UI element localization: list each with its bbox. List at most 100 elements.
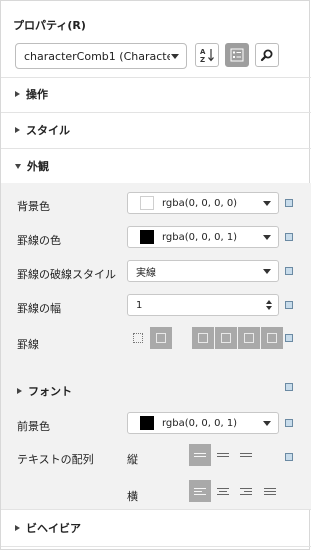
border-top-icon — [221, 333, 231, 343]
align-justify-button[interactable] — [259, 480, 281, 502]
color-swatch — [140, 196, 154, 210]
horizontal-alignment-label: 横 — [127, 490, 138, 503]
align-right-icon — [240, 487, 252, 489]
section-behavior[interactable]: ビヘイビア — [1, 511, 311, 545]
border-bottom-button[interactable] — [261, 327, 283, 349]
chevron-right-icon — [15, 127, 20, 133]
property-marker-icon[interactable] — [285, 233, 293, 241]
appearance-section-body: 背景色 rgba(0, 0, 0, 0) 罫線の色 rgba(0, 0, 0, … — [1, 183, 311, 509]
section-style[interactable]: スタイル — [1, 113, 311, 147]
categorized-view-button[interactable] — [225, 43, 249, 67]
border-left-button[interactable] — [192, 327, 214, 349]
align-middle-icon — [217, 453, 229, 454]
divider — [1, 509, 311, 510]
align-line — [217, 493, 229, 495]
section-operation-label: 操作 — [26, 88, 48, 101]
align-line — [264, 490, 276, 492]
border-width-input[interactable]: 1 — [127, 294, 279, 316]
border-all-button[interactable] — [150, 327, 172, 349]
border-top-button[interactable] — [215, 327, 237, 349]
property-marker-icon[interactable] — [285, 267, 293, 275]
border-bottom-icon — [267, 333, 277, 343]
chevron-down-icon — [263, 421, 271, 426]
align-justify-icon — [264, 487, 276, 489]
chevron-right-icon — [15, 91, 20, 97]
search-button[interactable] — [255, 43, 279, 67]
background-color-label: 背景色 — [17, 200, 50, 213]
chevron-right-icon — [15, 525, 20, 531]
section-behavior-label: ビヘイビア — [26, 522, 81, 535]
property-marker-icon[interactable] — [285, 383, 293, 391]
panel-title: プロパティ(R) — [13, 19, 86, 32]
font-label: フォント — [28, 385, 72, 398]
foreground-color-label: 前景色 — [17, 420, 50, 433]
align-line — [194, 490, 202, 492]
component-select[interactable]: characterComb1 (Character C... — [15, 43, 187, 69]
search-icon — [260, 49, 273, 62]
align-line — [264, 493, 276, 495]
border-color-value: rgba(0, 0, 0, 1) — [162, 231, 238, 243]
svg-text:A: A — [200, 48, 206, 56]
spin-up-icon[interactable] — [266, 300, 272, 304]
property-marker-icon[interactable] — [285, 419, 293, 427]
divider — [1, 546, 311, 547]
chevron-down-icon — [171, 54, 179, 59]
chevron-down-icon — [263, 235, 271, 240]
align-top-icon — [194, 453, 206, 454]
foreground-color-value: rgba(0, 0, 0, 1) — [162, 417, 238, 429]
border-all-icon — [156, 333, 166, 343]
border-color-picker[interactable]: rgba(0, 0, 0, 1) — [127, 226, 279, 248]
align-left-icon — [194, 487, 206, 489]
align-line — [219, 490, 227, 492]
chevron-down-icon — [263, 269, 271, 274]
text-alignment-label: テキストの配列 — [17, 453, 94, 466]
align-line — [240, 456, 252, 457]
color-swatch — [140, 230, 154, 244]
align-line — [194, 493, 206, 495]
property-marker-icon[interactable] — [285, 199, 293, 207]
chevron-down-icon — [15, 163, 21, 169]
color-swatch — [140, 416, 154, 430]
background-color-value: rgba(0, 0, 0, 0) — [162, 197, 238, 209]
border-dash-style-label: 罫線の破線スタイル — [17, 268, 116, 281]
border-dash-style-value: 実線 — [136, 267, 156, 279]
background-color-picker[interactable]: rgba(0, 0, 0, 0) — [127, 192, 279, 214]
property-marker-icon[interactable] — [285, 301, 293, 309]
categorized-icon — [230, 48, 244, 62]
align-left-button[interactable] — [189, 480, 211, 502]
align-middle-button[interactable] — [212, 444, 234, 466]
section-operation[interactable]: 操作 — [1, 77, 311, 111]
chevron-right-icon — [17, 388, 22, 394]
sort-alphabetical-button[interactable]: A Z — [195, 43, 219, 67]
border-none-icon — [133, 333, 143, 343]
align-right-button[interactable] — [235, 480, 257, 502]
properties-panel: プロパティ(R) characterComb1 (Character C... … — [0, 0, 311, 550]
border-right-icon — [244, 333, 254, 343]
border-dash-style-select[interactable]: 実線 — [127, 260, 279, 282]
align-line — [240, 493, 252, 495]
border-label: 罫線 — [17, 338, 39, 351]
align-bottom-button[interactable] — [235, 444, 257, 466]
border-none-button[interactable] — [127, 327, 149, 349]
align-line — [244, 490, 252, 492]
border-color-label: 罫線の色 — [17, 234, 61, 247]
border-width-value: 1 — [136, 299, 143, 311]
property-marker-icon[interactable] — [285, 334, 293, 342]
font-subsection-header[interactable]: フォント — [17, 383, 72, 399]
foreground-color-picker[interactable]: rgba(0, 0, 0, 1) — [127, 412, 279, 434]
vertical-alignment-label: 縦 — [127, 453, 138, 466]
section-appearance[interactable]: 外観 — [1, 149, 311, 183]
align-center-button[interactable] — [212, 480, 234, 502]
component-select-value: characterComb1 (Character C... — [24, 49, 170, 63]
align-line — [194, 456, 206, 457]
align-top-button[interactable] — [189, 444, 211, 466]
sort-az-icon: A Z — [200, 48, 214, 63]
property-marker-icon[interactable] — [285, 453, 293, 461]
section-appearance-label: 外観 — [27, 160, 49, 173]
svg-text:Z: Z — [200, 56, 205, 63]
align-center-icon — [217, 487, 229, 489]
border-width-label: 罫線の幅 — [17, 302, 61, 315]
border-right-button[interactable] — [238, 327, 260, 349]
align-line — [217, 456, 229, 457]
spin-down-icon[interactable] — [266, 306, 272, 310]
